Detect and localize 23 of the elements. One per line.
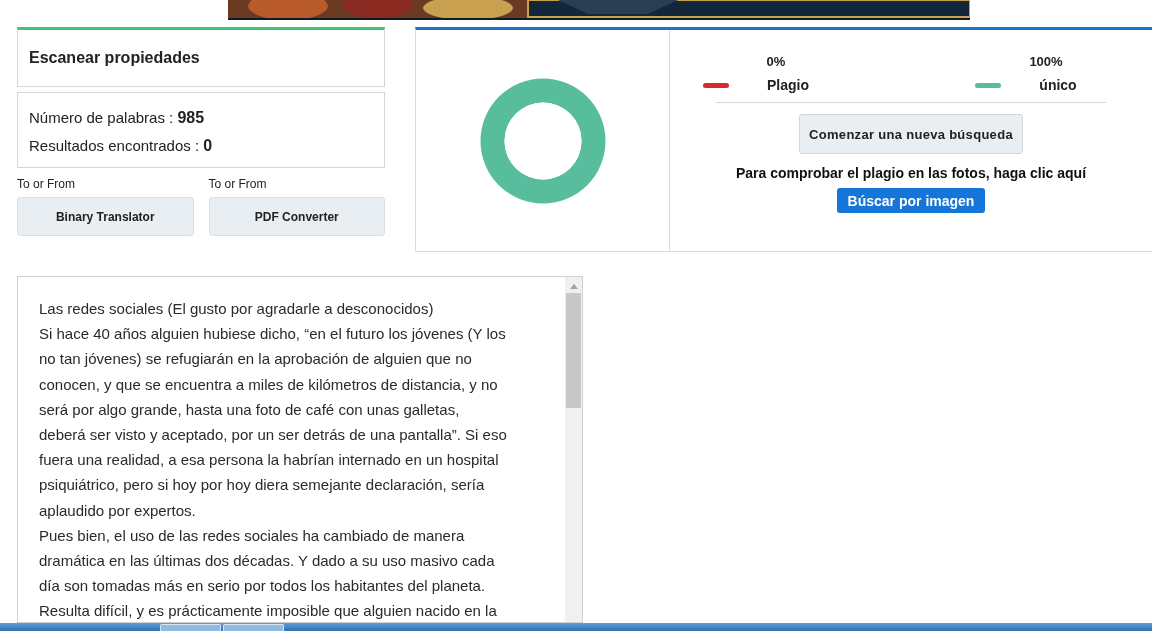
tool-caption: To or From [17,177,76,191]
scroll-up-icon[interactable] [569,284,578,289]
percent-value: 0% [765,54,786,69]
stat-text: Resultados encontrados : 0 [29,136,214,156]
image-search-button[interactable]: Búscar por imagen [836,188,986,213]
new-search-button[interactable]: Comenzar una nueva búsqueda [799,114,1023,154]
paragraph: Pues bien, el uso de las redes sociales ha cambiado de manera dramática en las últimas dos décadas. Y dado a su uso masivo cada día son tomadas más en serio por todos los habitantes del planeta. Resulta difícil, y es prácticamente imposible que alguien nacido en la [39,525,498,622]
scroll-thumb[interactable] [566,293,581,408]
legend-label: único [1039,77,1077,93]
tool-button[interactable]: PDF Converter [208,197,385,236]
legend-label: Plagio [767,77,809,93]
card-title: Escanear propiedades [29,49,200,67]
tool-caption: To or From [208,177,268,191]
stat-text: Número de palabras : 985 [29,108,206,128]
paragraph: Las redes sociales (El gusto por agradarle a desconocidos) [39,299,435,319]
image-hint: Para comprobar el plagio en las fotos, haga clic aquí [735,165,1087,181]
percent-value: 100% [1028,54,1063,69]
tool-button[interactable]: Binary Translator [17,197,194,236]
paragraph: Si hace 40 años alguien hubiese dicho, “en el futuro los jóvenes (Y los no tan jóvenes) se refugiarán en la aprobación de alguien que no conocen, y que se encuentra a miles de kilómetros de distancia, y no será por algo grande, hasta una foto de café con unas galletas, deberá ser visto y aceptado, por un ser detrás de una pantalla”. Si eso fuera una realidad, a esa persona la habrían internado en un hospital psiquiátrico, pero si hoy por hoy diera semejante declaración, sería aplaudido por expertos. [39,324,508,521]
taskbar-button[interactable] [160,624,221,631]
taskbar-button[interactable] [223,624,284,631]
scrollbar[interactable] [565,277,582,622]
text-area[interactable] [17,276,583,623]
